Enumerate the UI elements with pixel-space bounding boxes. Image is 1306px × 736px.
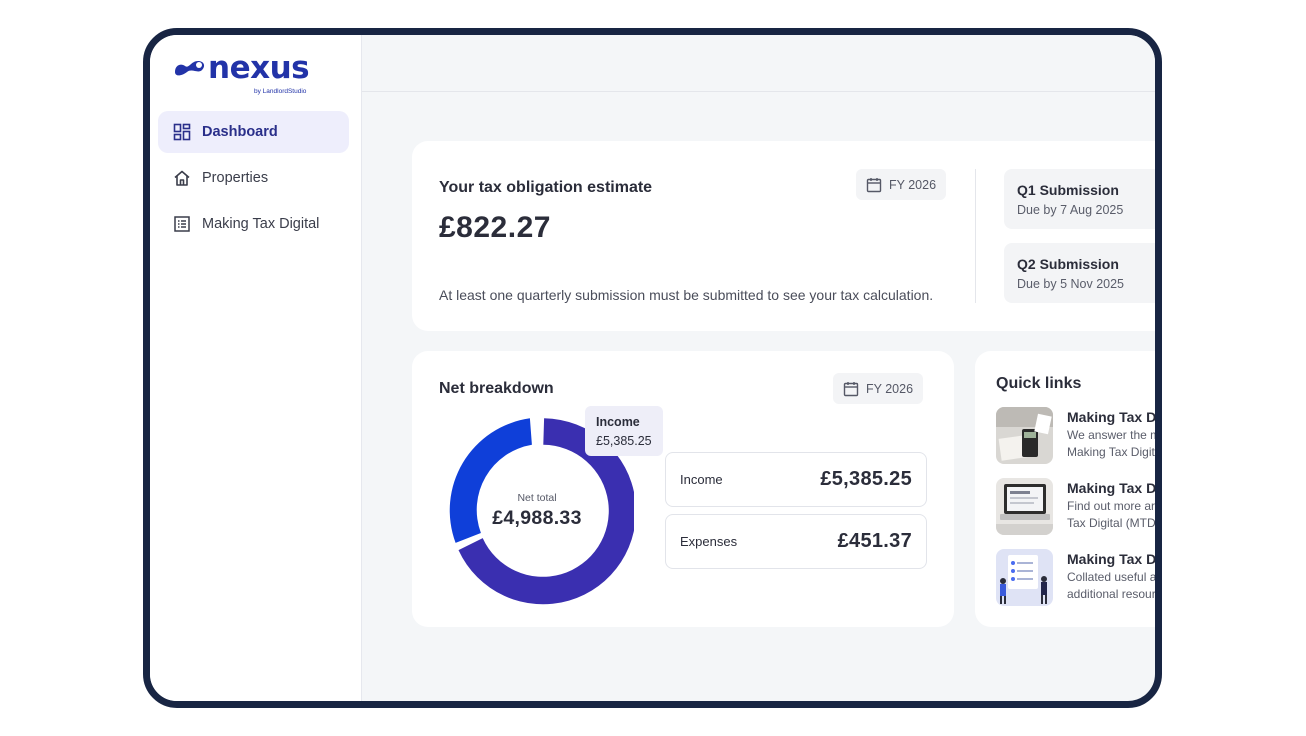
submission-title: Q2 Submission bbox=[1017, 256, 1119, 272]
submission-title: Q1 Submission bbox=[1017, 182, 1119, 198]
illustration-thumbnail bbox=[996, 549, 1053, 606]
tooltip-value: £5,385.25 bbox=[596, 434, 652, 448]
quick-link-desc: Find out more ar bbox=[1067, 499, 1156, 513]
divider bbox=[975, 169, 976, 303]
tooltip-label: Income bbox=[596, 415, 640, 429]
quick-link-desc: Making Tax Digit bbox=[1067, 445, 1155, 459]
q1-submission-card[interactable]: Q1 Submission Due by 7 Aug 2025 bbox=[1004, 169, 1155, 229]
quick-link-item[interactable]: Making Tax Di We answer the m Making Tax… bbox=[996, 407, 1161, 467]
expenses-value: £451.37 bbox=[837, 530, 912, 552]
calendar-icon bbox=[843, 381, 859, 397]
q2-submission-card[interactable]: Q2 Submission Due by 5 Nov 2025 bbox=[1004, 243, 1155, 303]
quick-link-desc: Collated useful a bbox=[1067, 570, 1157, 584]
app-window: nexus by LandlordStudio Dashboard Proper… bbox=[143, 28, 1162, 708]
sidebar-nav: Dashboard Properties Making Tax Digital bbox=[158, 111, 349, 249]
submission-due: Due by 7 Aug 2025 bbox=[1017, 203, 1124, 217]
fy-selector[interactable]: FY 2026 bbox=[856, 169, 947, 200]
chart-tooltip: Income £5,385.25 bbox=[585, 406, 663, 456]
fy-label: FY 2026 bbox=[866, 381, 914, 396]
net-total-value: £4,988.33 bbox=[492, 507, 582, 529]
nexus-logo[interactable]: nexus by LandlordStudio bbox=[172, 50, 310, 95]
brand-name: nexus bbox=[208, 50, 310, 86]
dashboard-icon bbox=[172, 122, 192, 142]
quick-link-item[interactable]: Making Tax Di Find out more ar Tax Digit… bbox=[996, 478, 1161, 538]
list-icon bbox=[172, 214, 192, 234]
net-card-title: Net breakdown bbox=[439, 380, 554, 397]
sidebar: nexus by LandlordStudio Dashboard Proper… bbox=[150, 35, 362, 701]
quick-link-title: Making Tax Di bbox=[1067, 480, 1161, 496]
tax-note: At least one quarterly submission must b… bbox=[439, 287, 934, 303]
main-content: Your tax obligation estimate £822.27 FY … bbox=[362, 35, 1155, 701]
quick-links-title: Quick links bbox=[996, 375, 1082, 392]
sidebar-item-dashboard[interactable]: Dashboard bbox=[158, 111, 349, 153]
home-icon bbox=[172, 168, 192, 188]
income-label: Income bbox=[680, 472, 723, 487]
quick-link-item[interactable]: Making Tax Di Collated useful a addition… bbox=[996, 549, 1161, 609]
expenses-stat: Expenses £451.37 bbox=[665, 514, 927, 569]
submission-due: Due by 5 Nov 2025 bbox=[1017, 277, 1125, 291]
quick-link-title: Making Tax Di bbox=[1067, 409, 1161, 425]
quick-link-desc: additional resour bbox=[1067, 587, 1156, 601]
quick-link-desc: We answer the m bbox=[1067, 428, 1161, 442]
calendar-icon bbox=[866, 177, 882, 193]
net-breakdown-card: Net breakdown FY 2026 Net total £4,988.3… bbox=[412, 351, 954, 627]
fy-selector[interactable]: FY 2026 bbox=[833, 373, 924, 404]
net-total-label: Net total bbox=[517, 492, 557, 504]
brand-subtitle: by LandlordStudio bbox=[254, 88, 307, 95]
expenses-label: Expenses bbox=[680, 534, 738, 549]
logo-mark-icon bbox=[175, 61, 205, 76]
sidebar-item-label: Dashboard bbox=[202, 124, 278, 140]
fy-label: FY 2026 bbox=[889, 177, 937, 192]
sidebar-item-making-tax-digital[interactable]: Making Tax Digital bbox=[158, 203, 349, 245]
top-bar bbox=[362, 35, 1155, 92]
laptop-thumbnail bbox=[996, 478, 1053, 535]
sidebar-item-label: Properties bbox=[202, 170, 269, 186]
income-value: £5,385.25 bbox=[820, 468, 912, 490]
tax-card-title: Your tax obligation estimate bbox=[439, 179, 653, 196]
tax-obligation-card: Your tax obligation estimate £822.27 FY … bbox=[412, 141, 1155, 331]
sidebar-item-properties[interactable]: Properties bbox=[158, 157, 349, 199]
sidebar-item-label: Making Tax Digital bbox=[202, 216, 320, 232]
income-stat: Income £5,385.25 bbox=[665, 452, 927, 507]
quick-links-card: Quick links Making Tax Di We answer the … bbox=[975, 351, 1161, 627]
tax-estimate-amount: £822.27 bbox=[439, 211, 551, 244]
calculator-desk-thumbnail bbox=[996, 407, 1053, 464]
quick-link-title: Making Tax Di bbox=[1067, 551, 1161, 567]
quick-link-desc: Tax Digital (MTD bbox=[1067, 516, 1156, 530]
